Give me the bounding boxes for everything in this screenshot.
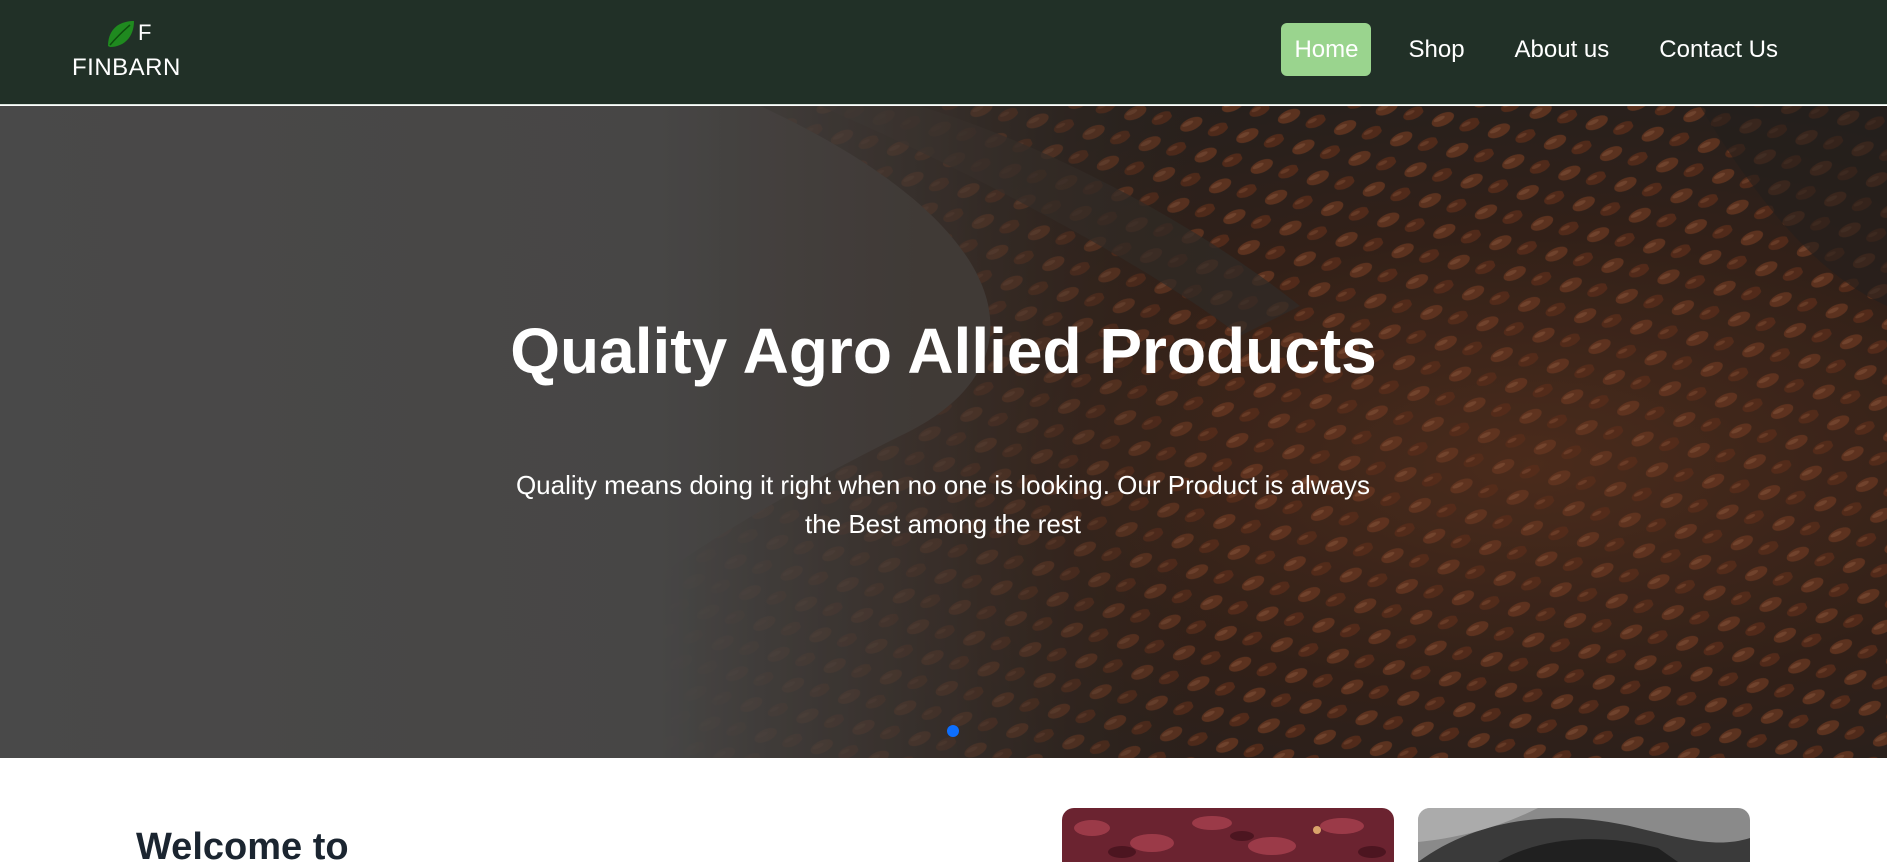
hero-subtitle: Quality means doing it right when no one… bbox=[515, 470, 1371, 539]
nav-about-link[interactable]: About us bbox=[1502, 23, 1623, 76]
brand-logo[interactable]: F FINBARN bbox=[72, 18, 182, 84]
hero-title: Quality Agro Allied Products bbox=[510, 315, 1377, 387]
hero-background-image bbox=[0, 106, 1887, 758]
nav-shop-link[interactable]: Shop bbox=[1395, 23, 1477, 76]
nav-home-link[interactable]: Home bbox=[1281, 23, 1372, 76]
hibiscus-image bbox=[1062, 808, 1394, 862]
brand-letter: F bbox=[138, 20, 152, 45]
carousel-indicator[interactable] bbox=[947, 725, 959, 737]
product-card-image[interactable] bbox=[1062, 808, 1394, 862]
brand-name: FINBARN bbox=[72, 54, 181, 81]
main-nav: Home Shop About us Contact Us bbox=[1281, 23, 1791, 76]
leaf-icon bbox=[108, 21, 134, 47]
hero-carousel[interactable]: Quality Agro Allied Products Quality mea… bbox=[0, 106, 1887, 758]
welcome-heading: Welcome to bbox=[136, 826, 349, 862]
nav-contact-link[interactable]: Contact Us bbox=[1646, 23, 1791, 76]
grain-sack-image bbox=[1418, 808, 1750, 862]
product-card-image[interactable] bbox=[1418, 808, 1750, 862]
navbar: F FINBARN Home Shop About us Contact Us bbox=[0, 0, 1887, 105]
